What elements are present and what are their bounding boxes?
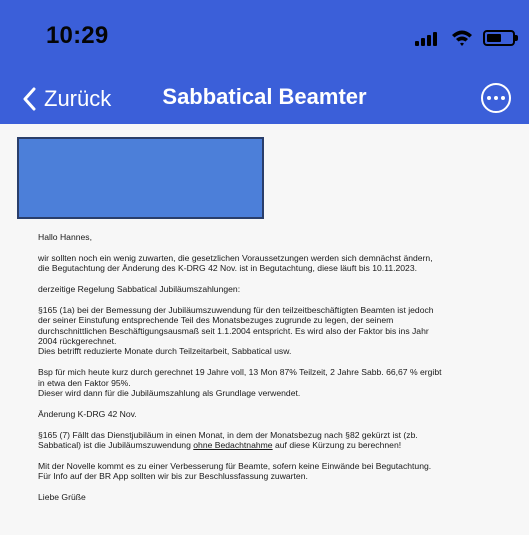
more-dot-icon [494,96,498,100]
navigation-bar: Zurück Sabbatical Beamter [0,74,529,124]
wifi-icon [452,30,472,46]
paragraph-5: Änderung K-DRG 42 Nov. [38,408,137,419]
more-options-button[interactable] [481,83,511,113]
paragraph-3: §165 (1a) bei der Bemessung der Jubiläum… [38,304,434,357]
app-screen: 10:29 Zurück Sabbatical Beamter Hallo Ha… [0,0,529,535]
status-bar: 10:29 [0,0,529,74]
message-body: Hallo Hannes, wir sollten noch ein wenig… [38,232,508,513]
paragraph-4: Bsp für mich heute kurz durch gerechnet … [38,367,442,399]
underlined-phrase: ohne Bedachtnahme [193,440,273,451]
paragraph-1: wir sollten noch ein wenig zuwarten, die… [38,252,433,274]
more-dot-icon [501,96,505,100]
status-time: 10:29 [46,22,109,49]
redacted-header-image [17,137,264,219]
page-title: Sabbatical Beamter [162,84,367,109]
more-dot-icon [487,96,491,100]
cellular-signal-icon [415,30,441,46]
greeting: Hallo Hannes, [38,232,92,242]
status-icons [415,28,518,48]
paragraph-7: Mit der Novelle kommt es zu einer Verbes… [38,460,432,482]
paragraph-6: §165 (7) Fällt das Dienstjubiläum in ein… [38,429,418,451]
battery-icon [483,30,518,46]
message-content: Hallo Hannes, wir sollten noch ein wenig… [0,124,529,535]
paragraph-2: derzeitige Regelung Sabbatical Jubiläums… [38,284,241,294]
closing: Liebe Grüße [38,492,86,503]
